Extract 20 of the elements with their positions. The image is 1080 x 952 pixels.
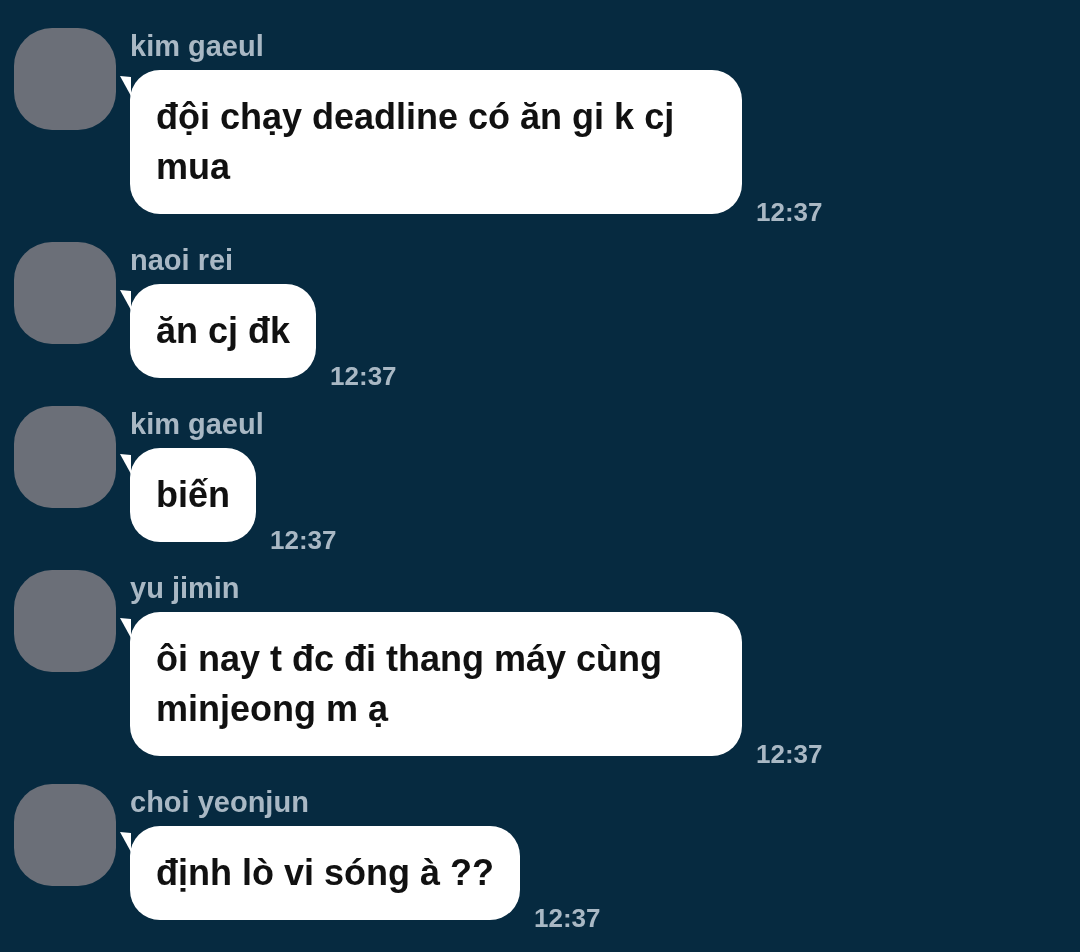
message-text: ôi nay t đc đi thang máy cùng minjeong m ạ [156,638,663,729]
sender-name: yu jimin [130,571,241,606]
message-text: ăn cj đk [156,310,291,351]
sender-name: kim gaeul [130,29,265,64]
message-text: định lò vi sóng à ?? [156,852,494,893]
message-text: biến [156,474,230,515]
sender-name: kim gaeul [130,407,265,442]
sender-name: naoi rei [130,243,235,278]
message-time: 12:37 [330,361,397,392]
avatar-placeholder[interactable] [14,784,116,886]
avatar-placeholder[interactable] [14,406,116,508]
sender-name: choi yeonjun [130,785,310,820]
avatar-placeholder[interactable] [14,570,116,672]
message-time: 12:37 [270,525,337,556]
avatar-placeholder[interactable] [14,242,116,344]
message-time: 12:37 [534,903,601,934]
message-time: 12:37 [756,739,823,770]
message-text: đội chạy deadline có ăn gi k cj mua [156,96,675,187]
message-time: 12:37 [756,197,823,228]
avatar-placeholder[interactable] [14,28,116,130]
